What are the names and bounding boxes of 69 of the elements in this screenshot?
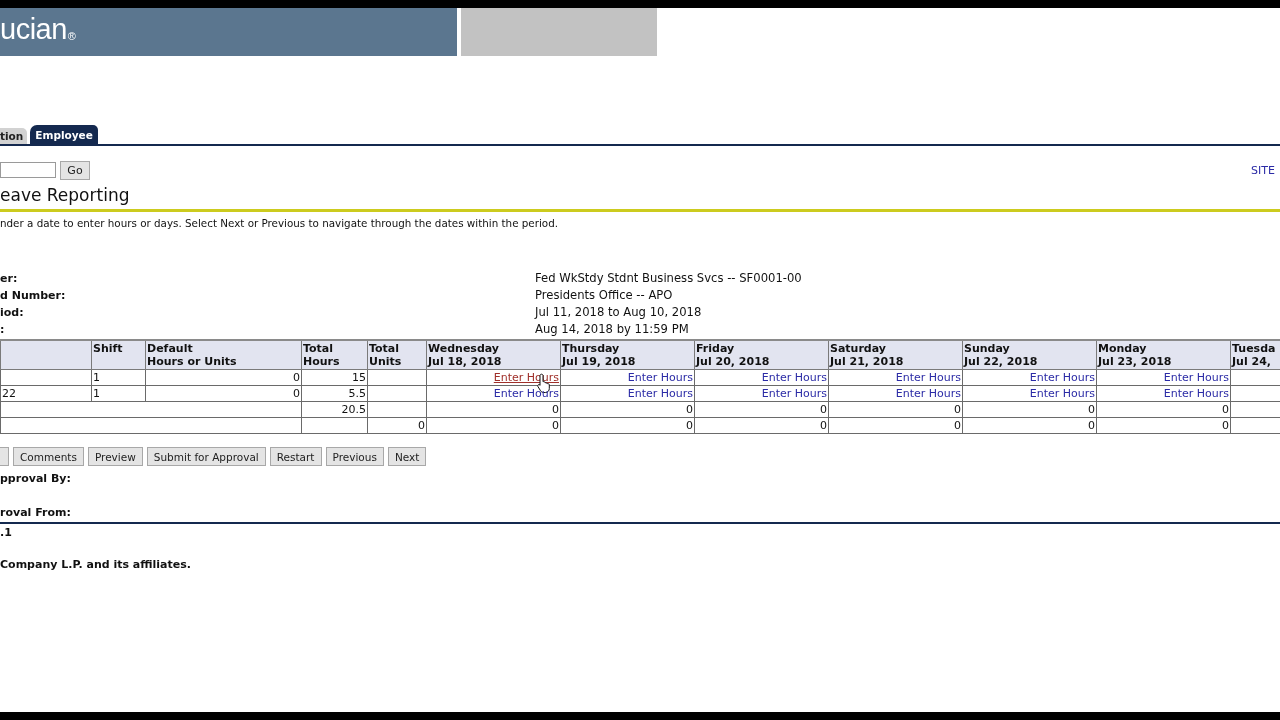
detail-label: iod: (0, 305, 24, 321)
table-cell: 0 (1088, 403, 1095, 416)
column-header: Total (369, 342, 400, 355)
table-cell: 5.5 (348, 387, 366, 400)
table-cell: 15 (352, 371, 366, 384)
approval-label: pproval By: (0, 471, 72, 487)
table-cell: 0 (1088, 419, 1095, 432)
table-cell: 0 (954, 419, 961, 432)
table-cell: 0 (686, 403, 693, 416)
column-header: Hours (303, 355, 340, 368)
detail-value: Presidents Office -- APO (535, 287, 673, 304)
page-title: eave Reporting (0, 184, 131, 206)
search-field[interactable] (0, 162, 56, 178)
column-header: Total (303, 342, 334, 355)
table-cell: 0 (552, 403, 559, 416)
action-button[interactable]: Next (387, 447, 427, 466)
column-header: Jul 19, 2018 (562, 355, 636, 368)
go-button[interactable]: Go (60, 160, 90, 180)
column-header: Jul 18, 2018 (428, 355, 502, 368)
detail-value: Jul 11, 2018 to Aug 10, 2018 (535, 304, 702, 321)
column-header: Jul 24, (1232, 355, 1271, 368)
copyright-text: Company L.P. and its affiliates. (0, 557, 192, 573)
action-button[interactable]: Comments (13, 447, 84, 466)
detail-label: d Number: (0, 288, 66, 304)
version-text: .1 (0, 525, 13, 541)
column-header: Hours or Units (147, 355, 237, 368)
table-cell: 0 (1222, 419, 1229, 432)
table-cell: 0 (954, 403, 961, 416)
column-header: Units (369, 355, 402, 368)
table-cell: 1 (93, 371, 100, 384)
detail-label: : (0, 322, 5, 338)
instructions-text: nder a date to enter hours or days. Select Next or Previous to navigate through the dates within the period. (0, 216, 560, 231)
action-button[interactable]: Preview (87, 447, 143, 466)
column-header: Jul 21, 2018 (830, 355, 904, 368)
detail-value: Fed WkStdy Stdnt Business Svcs -- SF0001-00 (535, 270, 802, 287)
site-map-link[interactable]: SITE (1251, 163, 1278, 177)
detail-value: Aug 14, 2018 by 11:59 PM (535, 321, 689, 338)
action-button[interactable]: Submit for Approval (146, 447, 266, 466)
approval-label: roval From: (0, 505, 72, 521)
nav-tab[interactable]: tion (0, 128, 28, 144)
action-button[interactable]: Previous (325, 447, 384, 466)
logo-text: ucian (0, 11, 67, 46)
column-header: Friday (696, 342, 735, 355)
column-header: Tuesda (1232, 342, 1276, 355)
table-cell: 0 (552, 419, 559, 432)
column-header: Monday (1098, 342, 1147, 355)
registered-mark: ® (67, 30, 76, 42)
table-cell: 22 (2, 387, 16, 400)
column-header: Saturday (830, 342, 886, 355)
column-header: Sunday (964, 342, 1010, 355)
column-header: Thursday (562, 342, 620, 355)
column-header: Jul 23, 2018 (1098, 355, 1172, 368)
column-header: Default (147, 342, 193, 355)
action-button[interactable]: Restart (269, 447, 322, 466)
table-cell: 0 (820, 403, 827, 416)
table-cell: 0 (1222, 403, 1229, 416)
column-header: Shift (93, 342, 123, 355)
column-header: Wednesday (428, 342, 500, 355)
column-header: Jul 22, 2018 (964, 355, 1038, 368)
table-cell: 20.5 (341, 403, 366, 416)
table-cell: 0 (293, 371, 300, 384)
column-header: Jul 20, 2018 (696, 355, 770, 368)
nav-tab[interactable]: Employee (30, 125, 98, 144)
table-cell: 0 (418, 419, 425, 432)
table-cell: 0 (293, 387, 300, 400)
detail-label: er: (0, 271, 18, 287)
table-cell: 1 (93, 387, 100, 400)
table-cell: 0 (820, 419, 827, 432)
table-cell: 0 (686, 419, 693, 432)
